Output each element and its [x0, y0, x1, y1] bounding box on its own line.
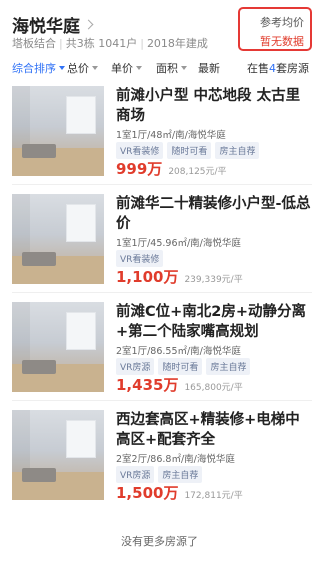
- dropdown-arrow-icon: [181, 66, 187, 70]
- listing-info: 1室1厅/48㎡/南/海悦华庭: [116, 130, 226, 141]
- listing-tag: VR房源: [116, 358, 155, 375]
- listing-tags: VR房源 房主自荐: [116, 466, 206, 483]
- listing-card[interactable]: 前滩C位+南北2房+动静分离+第二个陆家嘴高规划 2室1厅/86.55㎡/南/海…: [0, 302, 319, 406]
- count-suffix: 套房源: [276, 62, 309, 75]
- dropdown-arrow-icon: [59, 66, 65, 70]
- listing-price: 1,500万: [116, 484, 179, 502]
- subtitle-area: 塔板结合: [12, 37, 56, 50]
- filter-unit-price-label: 单价: [111, 62, 133, 75]
- listing-tag: VR房源: [116, 466, 155, 483]
- listing-unit-price: 208,125元/平: [168, 167, 227, 177]
- filter-area-label: 面积: [156, 62, 178, 75]
- listing-tags: VR看装修 随时可看 房主自荐: [116, 142, 263, 159]
- listing-title: 前滩C位+南北2房+动静分离+第二个陆家嘴高规划: [116, 304, 307, 340]
- listing-tags: VR房源 随时可看 房主自荐: [116, 358, 254, 375]
- listing-price-row: 1,100万 239,339元/平: [116, 266, 243, 287]
- listing-price-row: 1,435万 165,800元/平: [116, 374, 243, 395]
- listing-tag: VR看装修: [116, 250, 164, 267]
- community-subtitle: 塔板结合 | 共3栋 1041户 | 2018年建成: [12, 35, 208, 51]
- listing-card[interactable]: 西边套高区+精装修+电梯中高区+配套齐全 2室2厅/86.8㎡/南/海悦华庭 V…: [0, 410, 319, 514]
- listing-tags: VR看装修: [116, 250, 167, 267]
- community-title-link[interactable]: 海悦华庭: [12, 12, 94, 37]
- filter-area[interactable]: 面积: [156, 60, 187, 76]
- listing-price-row: 1,500万 172,811元/平: [116, 482, 243, 503]
- reference-price-box: 参考均价 暂无数据: [238, 7, 312, 51]
- listing-photo: [12, 86, 104, 176]
- filter-latest[interactable]: 最新: [198, 60, 220, 76]
- listing-card[interactable]: 前滩小户型 中芯地段 太古里商场 1室1厅/48㎡/南/海悦华庭 VR看装修 随…: [0, 86, 319, 190]
- listing-tag: VR看装修: [116, 142, 164, 159]
- divider: [12, 184, 312, 185]
- community-header: 海悦华庭 塔板结合 | 共3栋 1041户 | 2018年建成 参考均价 暂无数据: [0, 0, 319, 56]
- filter-sort-label: 综合排序: [12, 62, 56, 75]
- listing-info: 1室1厅/45.96㎡/南/海悦华庭: [116, 238, 241, 249]
- separator: |: [59, 37, 63, 50]
- filter-bar: 综合排序 总价 单价 面积 最新 在售4套房源: [0, 55, 319, 79]
- count-number: 4: [269, 62, 276, 75]
- listing-title: 前滩小户型 中芯地段 太古里商场: [116, 88, 301, 124]
- listing-photo: [12, 302, 104, 392]
- listing-tag: 房主自荐: [158, 466, 203, 483]
- reference-price-label: 参考均价: [260, 16, 304, 29]
- listing-tag: 随时可看: [158, 358, 203, 375]
- listing-unit-price: 165,800元/平: [184, 383, 243, 393]
- chevron-right-icon: [83, 19, 94, 30]
- listing-count: 在售4套房源: [247, 60, 309, 76]
- listing-card[interactable]: 前滩华二十精装修小户型-低总价 1室1厅/45.96㎡/南/海悦华庭 VR看装修…: [0, 194, 319, 298]
- listing-title: 西边套高区+精装修+电梯中高区+配套齐全: [116, 412, 300, 448]
- filter-total-price[interactable]: 总价: [67, 60, 98, 76]
- filter-latest-label: 最新: [198, 62, 220, 75]
- listing-price: 999万: [116, 160, 163, 178]
- listing-price-row: 999万 208,125元/平: [116, 158, 227, 179]
- divider: [12, 292, 312, 293]
- separator: |: [140, 37, 144, 50]
- count-prefix: 在售: [247, 62, 269, 75]
- listing-unit-price: 172,811元/平: [184, 491, 243, 501]
- listing-photo: [12, 194, 104, 284]
- listing-photo: [12, 410, 104, 500]
- subtitle-year: 2018年建成: [146, 37, 208, 50]
- dropdown-arrow-icon: [136, 66, 142, 70]
- listing-title: 前滩华二十精装修小户型-低总价: [116, 196, 311, 232]
- community-title: 海悦华庭: [12, 17, 80, 37]
- listing-tag: 随时可看: [167, 142, 212, 159]
- listing-tag: 房主自荐: [206, 358, 251, 375]
- listing-info: 2室2厅/86.8㎡/南/海悦华庭: [116, 454, 235, 465]
- filter-unit-price[interactable]: 单价: [111, 60, 142, 76]
- listing-info: 2室1厅/86.55㎡/南/海悦华庭: [116, 346, 241, 357]
- listing-unit-price: 239,339元/平: [184, 275, 243, 285]
- no-more-listings: 没有更多房源了: [121, 535, 198, 548]
- dropdown-arrow-icon: [92, 66, 98, 70]
- divider: [12, 400, 312, 401]
- subtitle-buildings: 共3栋 1041户: [65, 37, 138, 50]
- filter-total-price-label: 总价: [67, 62, 89, 75]
- reference-price-value: 暂无数据: [260, 35, 304, 48]
- listing-price: 1,435万: [116, 376, 179, 394]
- listing-price: 1,100万: [116, 268, 179, 286]
- filter-sort[interactable]: 综合排序: [12, 60, 65, 76]
- listing-tag: 房主自荐: [215, 142, 260, 159]
